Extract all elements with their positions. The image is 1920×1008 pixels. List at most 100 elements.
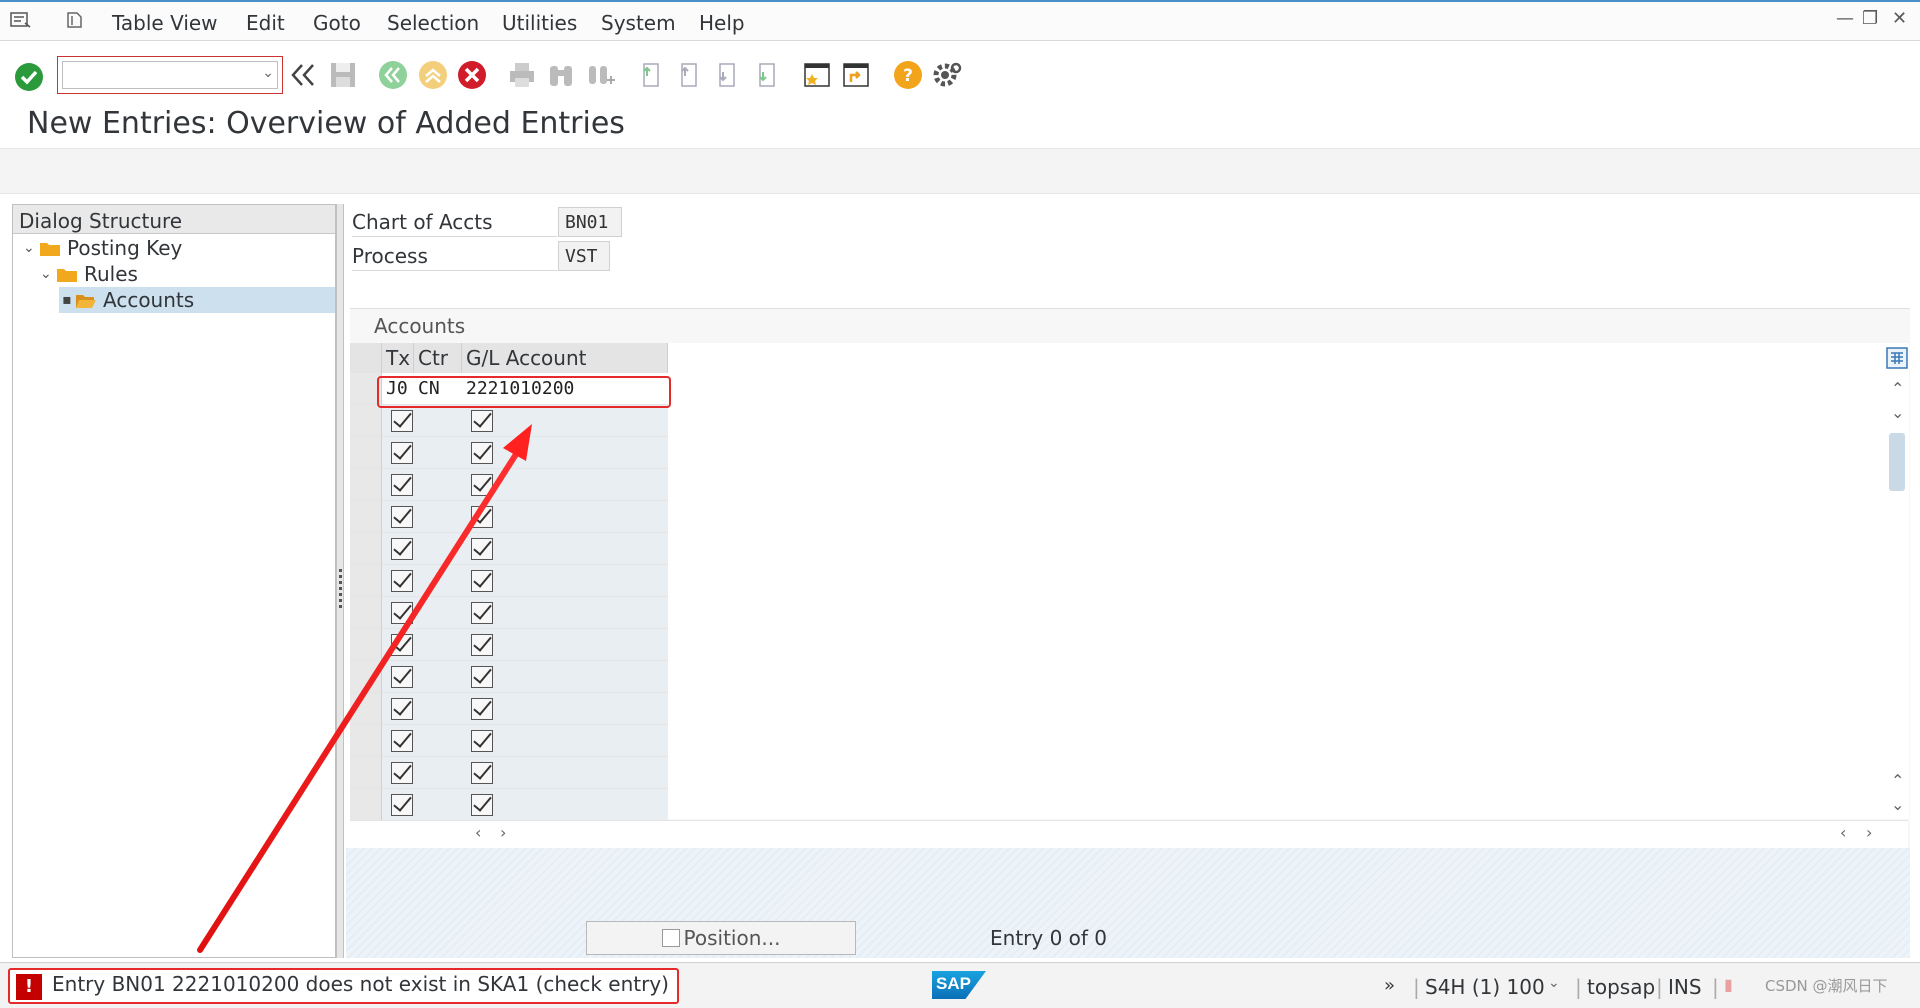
table-row[interactable] bbox=[382, 661, 668, 693]
checkbox[interactable] bbox=[471, 442, 493, 464]
settings-icon[interactable] bbox=[932, 60, 962, 90]
checkbox[interactable] bbox=[471, 698, 493, 720]
help-icon[interactable]: ? bbox=[893, 60, 923, 90]
exit-icon[interactable] bbox=[418, 60, 448, 90]
prev-page-icon[interactable] bbox=[674, 60, 704, 90]
row-selector[interactable] bbox=[350, 661, 382, 693]
row-selector[interactable] bbox=[350, 501, 382, 533]
scroll-thumb[interactable] bbox=[1889, 433, 1905, 491]
table-row[interactable] bbox=[382, 469, 668, 501]
checkbox[interactable] bbox=[471, 634, 493, 656]
row-selector[interactable] bbox=[350, 469, 382, 501]
table-row[interactable] bbox=[382, 597, 668, 629]
checkbox[interactable] bbox=[471, 666, 493, 688]
minimize-icon[interactable]: — bbox=[1836, 8, 1854, 29]
column-header-tx[interactable]: Tx bbox=[382, 343, 414, 373]
checkbox[interactable] bbox=[471, 538, 493, 560]
checkbox[interactable] bbox=[391, 506, 413, 528]
personalize-icon[interactable] bbox=[64, 11, 86, 29]
checkbox[interactable] bbox=[391, 794, 413, 816]
checkbox[interactable] bbox=[391, 666, 413, 688]
select-all-header[interactable] bbox=[350, 343, 382, 373]
system-info[interactable]: S4H (1) 100 bbox=[1425, 975, 1545, 999]
scroll-right-icon[interactable]: › bbox=[1866, 823, 1872, 842]
checkbox[interactable] bbox=[391, 474, 413, 496]
chevron-down-icon[interactable]: ⌄ bbox=[23, 240, 39, 256]
checkbox[interactable] bbox=[471, 410, 493, 432]
splitter-grip[interactable] bbox=[339, 569, 342, 609]
row-selector[interactable] bbox=[350, 533, 382, 565]
print-icon[interactable] bbox=[507, 60, 537, 90]
row-selector[interactable] bbox=[350, 597, 382, 629]
tree-item-rules[interactable]: ⌄ Rules bbox=[40, 261, 138, 287]
column-header-ctr[interactable]: Ctr bbox=[414, 343, 462, 373]
enter-icon[interactable] bbox=[14, 62, 44, 92]
row-selector[interactable] bbox=[350, 405, 382, 437]
tree-item-accounts[interactable]: ▪ Accounts bbox=[59, 287, 335, 313]
table-row[interactable] bbox=[382, 757, 668, 789]
checkbox[interactable] bbox=[471, 730, 493, 752]
checkbox[interactable] bbox=[391, 538, 413, 560]
first-page-icon[interactable] bbox=[636, 60, 666, 90]
table-settings-icon[interactable] bbox=[1886, 347, 1908, 369]
checkbox[interactable] bbox=[471, 794, 493, 816]
checkbox[interactable] bbox=[391, 570, 413, 592]
scroll-left-icon[interactable]: ‹ bbox=[1840, 823, 1846, 842]
next-page-icon[interactable] bbox=[712, 60, 742, 90]
shortcut-icon[interactable] bbox=[841, 60, 871, 90]
chevron-down-icon[interactable]: ⌄ bbox=[40, 266, 56, 282]
menu-help[interactable]: Help bbox=[699, 11, 745, 35]
row-selector[interactable] bbox=[350, 565, 382, 597]
tree-item-posting-key[interactable]: ⌄ Posting Key bbox=[23, 235, 182, 261]
checkbox[interactable] bbox=[391, 602, 413, 624]
find-next-icon[interactable] bbox=[585, 60, 615, 90]
row-selector[interactable] bbox=[350, 693, 382, 725]
cancel-icon[interactable] bbox=[457, 60, 487, 90]
scroll-page-up-icon[interactable]: ⌃ bbox=[1891, 771, 1904, 790]
command-field[interactable] bbox=[62, 61, 278, 89]
menu-selection[interactable]: Selection bbox=[387, 11, 479, 35]
table-vertical-scrollbar[interactable]: ⌃ ⌄ ⌃ ⌄ bbox=[1885, 343, 1909, 819]
splitter-handle[interactable] bbox=[336, 204, 344, 958]
menu-table-view[interactable]: Table View bbox=[112, 11, 218, 35]
last-page-icon[interactable] bbox=[752, 60, 782, 90]
menu-toggle-icon[interactable] bbox=[10, 11, 32, 29]
expand-status-icon[interactable]: » bbox=[1384, 975, 1395, 996]
row-selector[interactable] bbox=[350, 725, 382, 757]
checkbox[interactable] bbox=[391, 442, 413, 464]
scroll-left-icon[interactable]: ‹ bbox=[475, 823, 481, 842]
checkbox[interactable] bbox=[471, 602, 493, 624]
insert-mode[interactable]: INS bbox=[1668, 975, 1702, 999]
scroll-right-icon[interactable]: › bbox=[500, 823, 506, 842]
menu-system[interactable]: System bbox=[601, 11, 676, 35]
row-selector[interactable] bbox=[350, 629, 382, 661]
table-row[interactable] bbox=[382, 405, 668, 437]
table-row[interactable] bbox=[382, 565, 668, 597]
checkbox[interactable] bbox=[391, 410, 413, 432]
table-row[interactable] bbox=[382, 533, 668, 565]
checkbox[interactable] bbox=[391, 634, 413, 656]
status-message[interactable]: ! Entry BN01 2221010200 does not exist i… bbox=[8, 968, 679, 1004]
menu-edit[interactable]: Edit bbox=[246, 11, 285, 35]
table-row[interactable] bbox=[382, 725, 668, 757]
position-button[interactable]: Position... bbox=[586, 921, 856, 955]
table-horizontal-scrollbar[interactable]: ‹ › ‹ › bbox=[350, 820, 1908, 848]
back-icon[interactable] bbox=[378, 60, 408, 90]
table-row[interactable] bbox=[382, 629, 668, 661]
row-selector[interactable] bbox=[350, 437, 382, 469]
table-row[interactable] bbox=[382, 789, 668, 821]
checkbox[interactable] bbox=[391, 730, 413, 752]
close-window-icon[interactable]: ✕ bbox=[1892, 8, 1907, 29]
checkbox[interactable] bbox=[391, 698, 413, 720]
find-icon[interactable] bbox=[546, 60, 576, 90]
checkbox[interactable] bbox=[471, 762, 493, 784]
create-session-icon[interactable] bbox=[802, 60, 832, 90]
scroll-page-down-icon[interactable]: ⌄ bbox=[1891, 795, 1904, 814]
chevron-down-icon[interactable]: ⌄ bbox=[262, 65, 274, 81]
checkbox[interactable] bbox=[471, 506, 493, 528]
menu-goto[interactable]: Goto bbox=[313, 11, 361, 35]
table-row[interactable] bbox=[382, 693, 668, 725]
table-row[interactable] bbox=[382, 501, 668, 533]
table-row[interactable] bbox=[382, 437, 668, 469]
row-selector[interactable] bbox=[350, 789, 382, 821]
